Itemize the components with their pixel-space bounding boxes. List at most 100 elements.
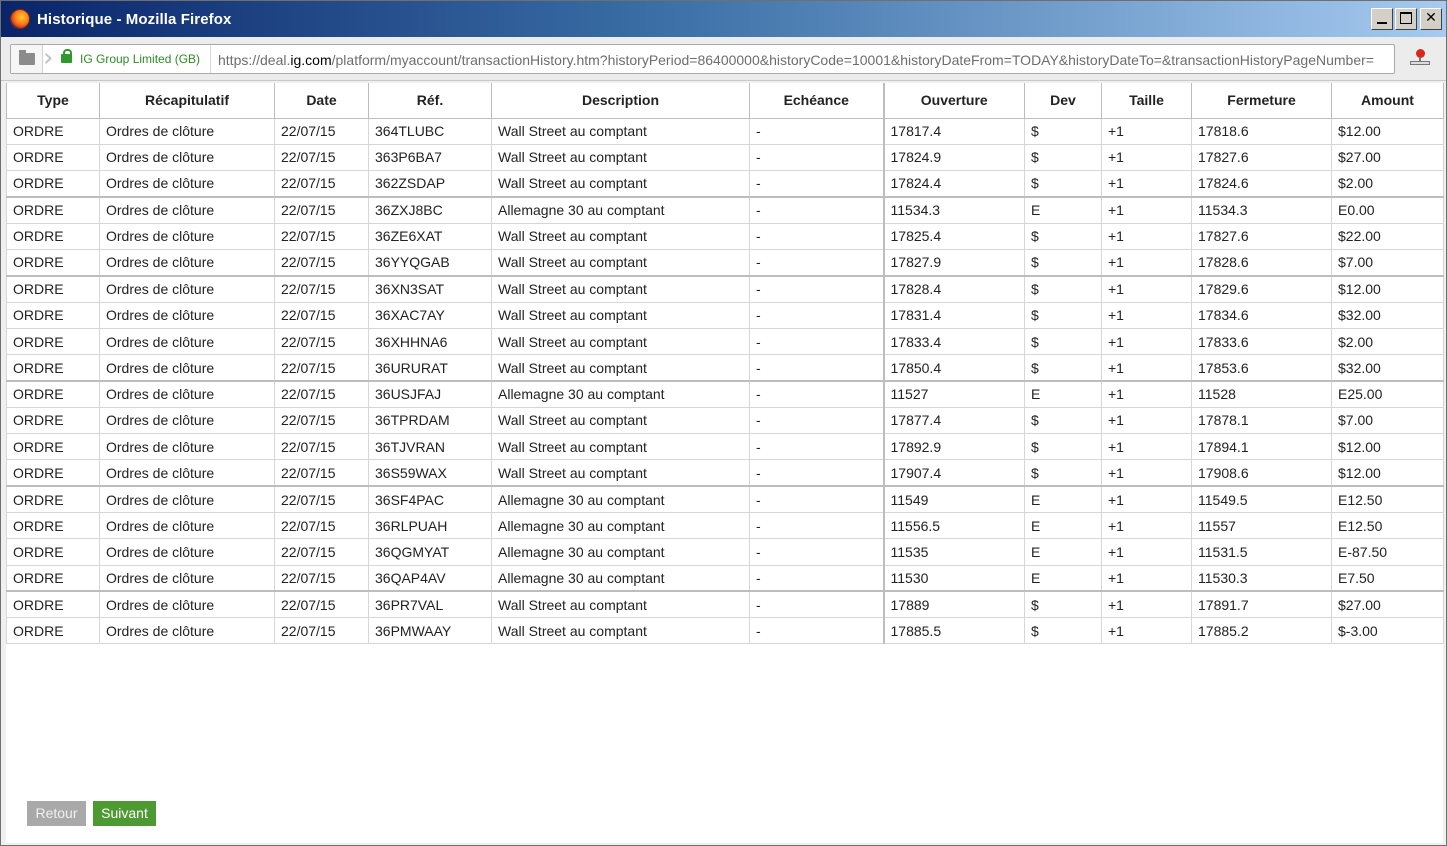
table-row[interactable]: ORDRE Ordres de clôture 22/07/15 363P6BA7 Wa… [6,143,1444,172]
cell-recap: Ordres de clôture [99,590,275,619]
table-row[interactable]: ORDRE Ordres de clôture 22/07/15 36USJFAJ Al… [6,379,1444,408]
header-date[interactable]: Date [274,83,369,119]
cell-fermeture: 17829.6 [1191,274,1332,303]
table-row[interactable]: ORDRE Ordres de clôture 22/07/15 36XN3SAT Wa… [6,274,1444,303]
cell-echeance: - [749,222,884,250]
table-row[interactable]: ORDRE Ordres de clôture 22/07/15 36ZXJ8BC Al… [6,195,1444,224]
cell-echeance: - [749,511,884,540]
cell-description: Wall Street au comptant [491,617,750,645]
cell-recap: Ordres de clôture [99,222,275,250]
cell-echeance: - [749,354,884,382]
cell-taille: +1 [1101,564,1192,592]
cell-type: ORDRE [6,459,100,487]
cell-fermeture: 17891.7 [1191,590,1332,619]
cell-description: Wall Street au comptant [491,327,750,356]
url-text[interactable]: https://deal.ig.com/platform/myaccount/t… [218,52,1374,68]
cell-description: Wall Street au comptant [491,143,750,172]
table-row[interactable]: ORDRE Ordres de clôture 22/07/15 36PR7VAL Wa… [6,590,1444,619]
maximize-icon [1400,12,1412,24]
cell-dev: $ [1024,301,1102,329]
cell-type: ORDRE [6,590,100,619]
maximize-button[interactable] [1395,8,1417,30]
cell-ouverture: 17827.9 [882,248,1025,277]
cell-date: 22/07/15 [274,143,369,172]
retour-button[interactable]: Retour [27,801,86,826]
header-amount[interactable]: Amount [1331,83,1444,119]
minimize-button[interactable] [1371,8,1393,30]
cell-type: ORDRE [6,406,100,435]
cell-ref: 36XAC7AY [368,301,492,329]
table-row[interactable]: ORDRE Ordres de clôture 22/07/15 364TLUBC Wa… [6,117,1444,145]
table-row[interactable]: ORDRE Ordres de clôture 22/07/15 36SF4PAC Al… [6,485,1444,513]
table-row[interactable]: ORDRE Ordres de clôture 22/07/15 36URURAT Wa… [6,354,1444,382]
cell-ouverture: 17824.4 [882,170,1025,198]
cell-amount: $2.00 [1331,170,1444,198]
cell-ref: 36URURAT [368,354,492,382]
header-type[interactable]: Type [6,83,100,119]
cell-echeance: - [749,590,884,619]
cell-description: Allemagne 30 au comptant [491,485,750,513]
cell-description: Wall Street au comptant [491,406,750,435]
cell-date: 22/07/15 [274,564,369,592]
site-identity[interactable]: IG Group Limited (GB) [80,52,200,66]
cell-amount: E-87.50 [1331,538,1444,566]
cell-type: ORDRE [6,143,100,172]
header-ouverture[interactable]: Ouverture [882,83,1025,119]
cell-amount: $7.00 [1331,406,1444,435]
cell-recap: Ordres de clôture [99,117,275,145]
notification-icon[interactable] [1410,49,1430,67]
cell-taille: +1 [1101,590,1192,619]
cell-amount: $27.00 [1331,590,1444,619]
table-row[interactable]: ORDRE Ordres de clôture 22/07/15 362ZSDAP Wa… [6,170,1444,198]
cell-amount: $12.00 [1331,117,1444,145]
cell-description: Wall Street au comptant [491,117,750,145]
cell-ouverture: 11530 [882,564,1025,592]
cell-fermeture: 11528 [1191,379,1332,408]
cell-type: ORDRE [6,617,100,645]
table-row[interactable]: ORDRE Ordres de clôture 22/07/15 36PMWAAY Wa… [6,617,1444,645]
table-row[interactable]: ORDRE Ordres de clôture 22/07/15 36XAC7AY Wa… [6,301,1444,329]
table-row[interactable]: ORDRE Ordres de clôture 22/07/15 36TJVRAN Wa… [6,433,1444,461]
table-row[interactable]: ORDRE Ordres de clôture 22/07/15 36YYQGAB Wa… [6,248,1444,277]
header-echeance[interactable]: Echéance [749,83,884,119]
lock-icon[interactable] [61,49,72,63]
table-row[interactable]: ORDRE Ordres de clôture 22/07/15 36XHHNA6 Wa… [6,327,1444,356]
cell-amount: $12.00 [1331,274,1444,303]
table-row[interactable]: ORDRE Ordres de clôture 22/07/15 36QAP4AV Al… [6,564,1444,592]
header-fermeture[interactable]: Fermeture [1191,83,1332,119]
cell-dev: $ [1024,617,1102,645]
cell-taille: +1 [1101,485,1192,513]
close-button[interactable]: ✕ [1420,8,1442,30]
header-ref[interactable]: Réf. [368,83,492,119]
cell-recap: Ordres de clôture [99,143,275,172]
table-row[interactable]: ORDRE Ordres de clôture 22/07/15 36S59WAX Wa… [6,459,1444,487]
cell-echeance: - [749,248,884,277]
cell-ouverture: 11535 [882,538,1025,566]
suivant-button[interactable]: Suivant [93,801,156,826]
header-recap[interactable]: Récapitulatif [99,83,275,119]
cell-ref: 36TPRDAM [368,406,492,435]
cell-date: 22/07/15 [274,590,369,619]
cell-ouverture: 11556.5 [882,511,1025,540]
header-description[interactable]: Description [491,83,750,119]
header-taille[interactable]: Taille [1101,83,1192,119]
table-row[interactable]: ORDRE Ordres de clôture 22/07/15 36QGMYAT Al… [6,538,1444,566]
cell-amount: E0.00 [1331,195,1444,224]
tab-groups-button[interactable] [11,45,43,73]
table-row[interactable]: ORDRE Ordres de clôture 22/07/15 36RLPUAH Al… [6,511,1444,540]
cell-taille: +1 [1101,301,1192,329]
cell-type: ORDRE [6,485,100,513]
table-row[interactable]: ORDRE Ordres de clôture 22/07/15 36TPRDAM Wa… [6,406,1444,435]
cell-echeance: - [749,433,884,461]
cell-ref: 36USJFAJ [368,379,492,408]
cell-recap: Ordres de clôture [99,433,275,461]
cell-fermeture: 17885.2 [1191,617,1332,645]
cell-taille: +1 [1101,511,1192,540]
cell-ouverture: 17833.4 [882,327,1025,356]
cell-dev: E [1024,195,1102,224]
cell-taille: +1 [1101,354,1192,382]
cell-description: Wall Street au comptant [491,433,750,461]
address-field[interactable]: › IG Group Limited (GB) https://deal.ig.… [10,44,1395,74]
header-dev[interactable]: Dev [1024,83,1102,119]
table-row[interactable]: ORDRE Ordres de clôture 22/07/15 36ZE6XAT Wa… [6,222,1444,250]
